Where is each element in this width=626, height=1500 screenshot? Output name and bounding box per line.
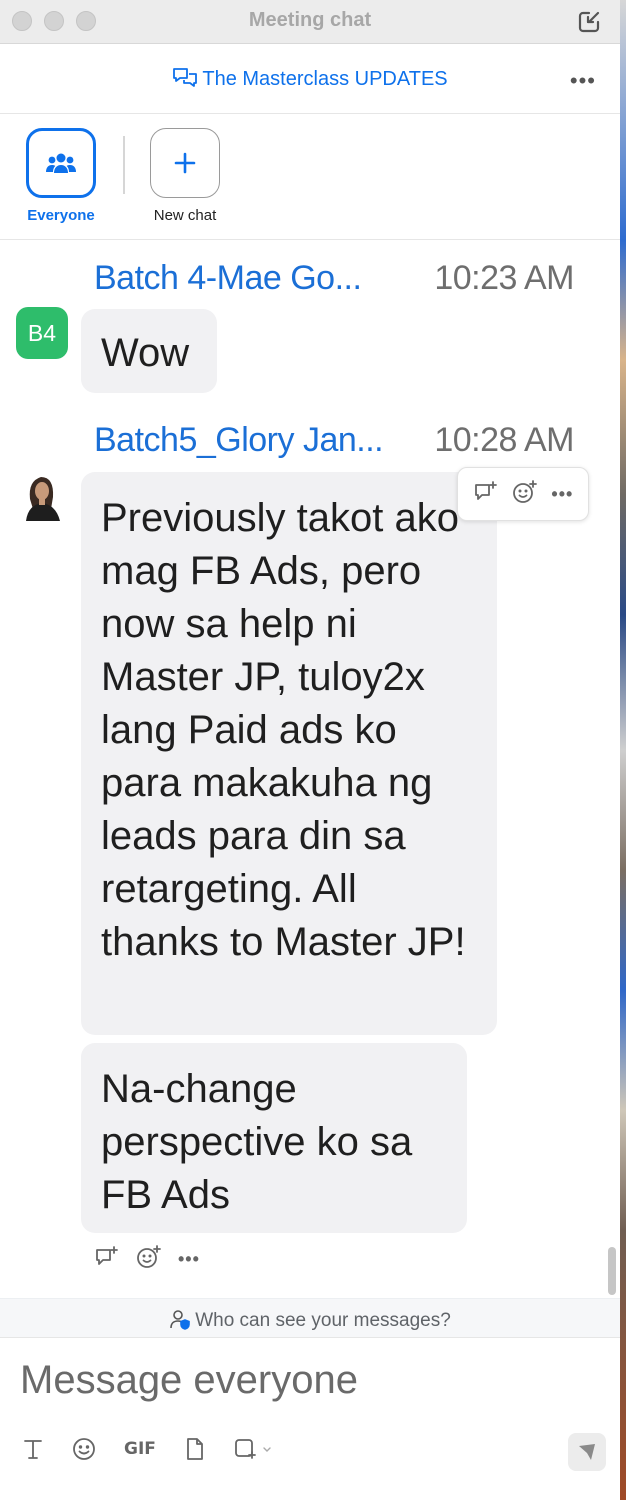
- composer: GIF: [0, 1339, 620, 1500]
- popout-icon[interactable]: [576, 9, 602, 35]
- title-bar: Meeting chat: [0, 0, 620, 44]
- reply-icon[interactable]: [94, 1245, 120, 1274]
- message-bubble[interactable]: Previously takot ako mag FB Ads, pero no…: [81, 472, 497, 1035]
- gif-button[interactable]: GIF: [124, 1439, 156, 1459]
- plus-icon: [174, 152, 196, 174]
- background-window-edge: [620, 0, 626, 1500]
- privacy-text: Who can see your messages?: [195, 1310, 451, 1331]
- add-reaction-icon[interactable]: [136, 1245, 162, 1274]
- more-options-icon[interactable]: •••: [570, 68, 596, 94]
- add-reaction-icon[interactable]: [512, 479, 538, 509]
- new-chat-label: New chat: [153, 207, 217, 224]
- text-format-icon[interactable]: [22, 1438, 44, 1460]
- message-list: Batch 4-Mae Go... 10:23 AM B4 Wow Batch5…: [0, 241, 620, 1298]
- everyone-tile[interactable]: [26, 128, 96, 198]
- send-button[interactable]: [568, 1433, 606, 1471]
- privacy-person-icon: [170, 1310, 191, 1330]
- message-bubble[interactable]: Wow: [81, 309, 217, 393]
- message-actions: •••: [457, 467, 589, 521]
- scrollbar[interactable]: [608, 1247, 616, 1295]
- file-icon[interactable]: [184, 1437, 206, 1461]
- reply-icon[interactable]: [473, 480, 499, 509]
- more-actions-icon[interactable]: •••: [178, 1249, 200, 1270]
- avatar[interactable]: [20, 469, 66, 521]
- message-input[interactable]: [20, 1353, 600, 1407]
- window-title: Meeting chat: [248, 9, 372, 31]
- more-actions-icon[interactable]: •••: [551, 484, 573, 505]
- emoji-icon[interactable]: [72, 1437, 96, 1461]
- new-chat[interactable]: New chat: [140, 128, 230, 224]
- recipient-everyone[interactable]: Everyone: [16, 128, 106, 224]
- composer-toolbar: GIF: [22, 1437, 274, 1461]
- recipient-divider: [123, 136, 125, 194]
- chat-bubbles-icon: [173, 68, 198, 87]
- message-time: 10:28 AM: [434, 421, 574, 459]
- privacy-banner[interactable]: Who can see your messages?: [0, 1298, 620, 1338]
- chat-header: The Masterclass UPDATES •••: [0, 44, 620, 114]
- avatar[interactable]: B4: [16, 307, 68, 359]
- message-bubble[interactable]: Na-change perspective ko sa FB Ads: [81, 1043, 467, 1233]
- message-time: 10:23 AM: [434, 259, 574, 297]
- message-actions-row: •••: [94, 1245, 200, 1274]
- sender-name[interactable]: Batch 4-Mae Go...: [94, 259, 362, 298]
- send-icon: [579, 1444, 595, 1460]
- recipient-bar: Everyone New chat: [0, 114, 620, 240]
- group-icon: [46, 153, 76, 173]
- screenshot-icon[interactable]: [234, 1437, 274, 1461]
- everyone-label: Everyone: [27, 207, 95, 224]
- chat-window: Meeting chat The Masterclass UPDATES •••: [0, 0, 620, 1500]
- channel-title: The Masterclass UPDATES: [202, 68, 448, 90]
- channel-selector[interactable]: The Masterclass UPDATES: [0, 66, 620, 91]
- sender-name[interactable]: Batch5_Glory Jan...: [94, 421, 384, 460]
- new-chat-button[interactable]: [150, 128, 220, 198]
